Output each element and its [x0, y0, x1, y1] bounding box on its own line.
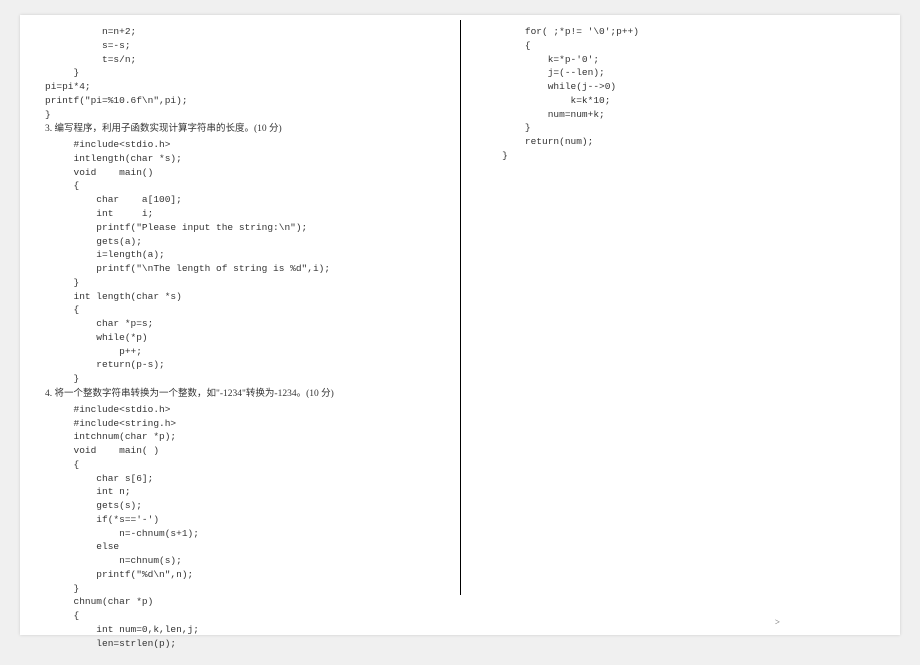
question-4-title: 4. 将一个整数字符串转换为一个整数，如"-1234"转换为-1234。(10 …	[45, 388, 435, 401]
column-separator	[460, 20, 461, 595]
right-column: for( ;*p!= '\0';p++) { k=*p-'0'; j=(--le…	[460, 15, 900, 635]
question-3-title: 3. 编写程序，利用子函数实现计算字符串的长度。(10 分)	[45, 123, 435, 136]
code-block-1: n=n+2; s=-s; t=s/n; } pi=pi*4; printf("p…	[45, 25, 435, 121]
left-column: n=n+2; s=-s; t=s/n; } pi=pi*4; printf("p…	[20, 15, 460, 635]
code-block-right: for( ;*p!= '\0';p++) { k=*p-'0'; j=(--le…	[485, 25, 875, 163]
document-page: n=n+2; s=-s; t=s/n; } pi=pi*4; printf("p…	[20, 15, 900, 635]
page-number: >	[775, 617, 780, 627]
question-3-code: #include<stdio.h> intlength(char *s); vo…	[45, 138, 435, 386]
question-4-code: #include<stdio.h> #include<string.h> int…	[45, 403, 435, 651]
